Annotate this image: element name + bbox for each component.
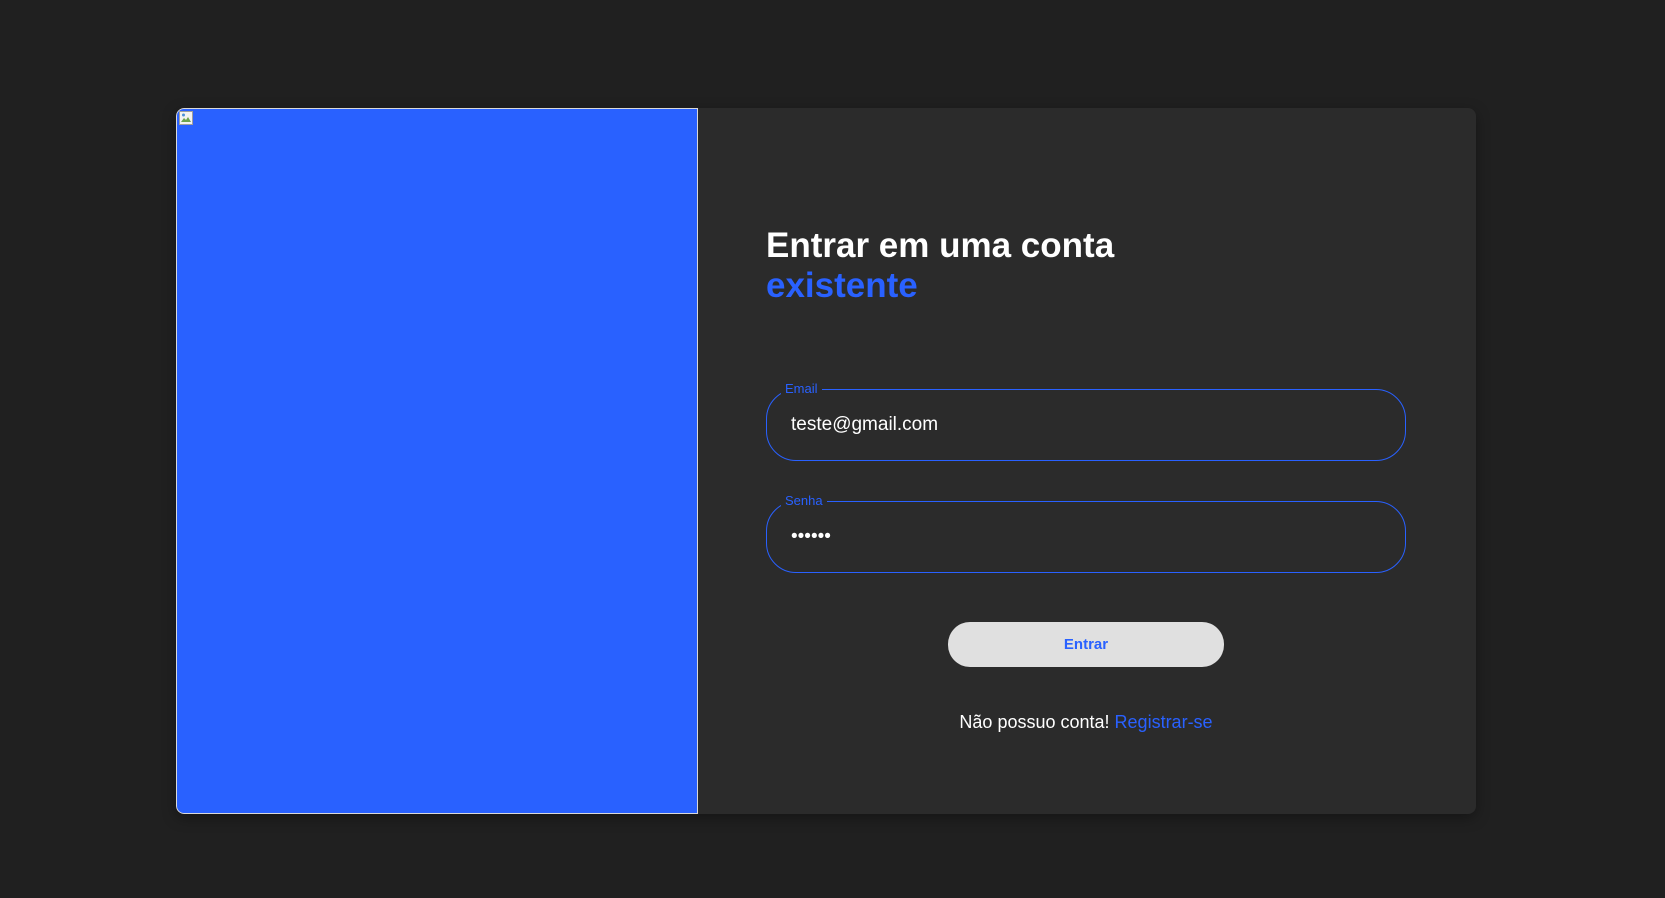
page-title: Entrar em uma conta existente — [766, 226, 1114, 306]
email-field: Email — [766, 381, 1406, 461]
register-prompt: Não possuo conta! — [959, 712, 1110, 732]
register-row: Não possuo conta! Registrar-se — [766, 712, 1406, 733]
title-line-main: Entrar em uma conta — [766, 226, 1115, 265]
login-form: Entrar em uma conta existente Email Senh… — [766, 108, 1406, 814]
password-input[interactable] — [791, 502, 1381, 572]
broken-image-icon — [179, 111, 193, 125]
login-image — [176, 108, 698, 814]
login-button[interactable]: Entrar — [948, 622, 1224, 667]
email-input[interactable] — [791, 390, 1381, 460]
register-link[interactable]: Registrar-se — [1115, 712, 1213, 732]
password-field: Senha — [766, 493, 1406, 573]
title-line-accent: existente — [766, 266, 918, 305]
login-card: Entrar em uma conta existente Email Senh… — [176, 108, 1476, 814]
